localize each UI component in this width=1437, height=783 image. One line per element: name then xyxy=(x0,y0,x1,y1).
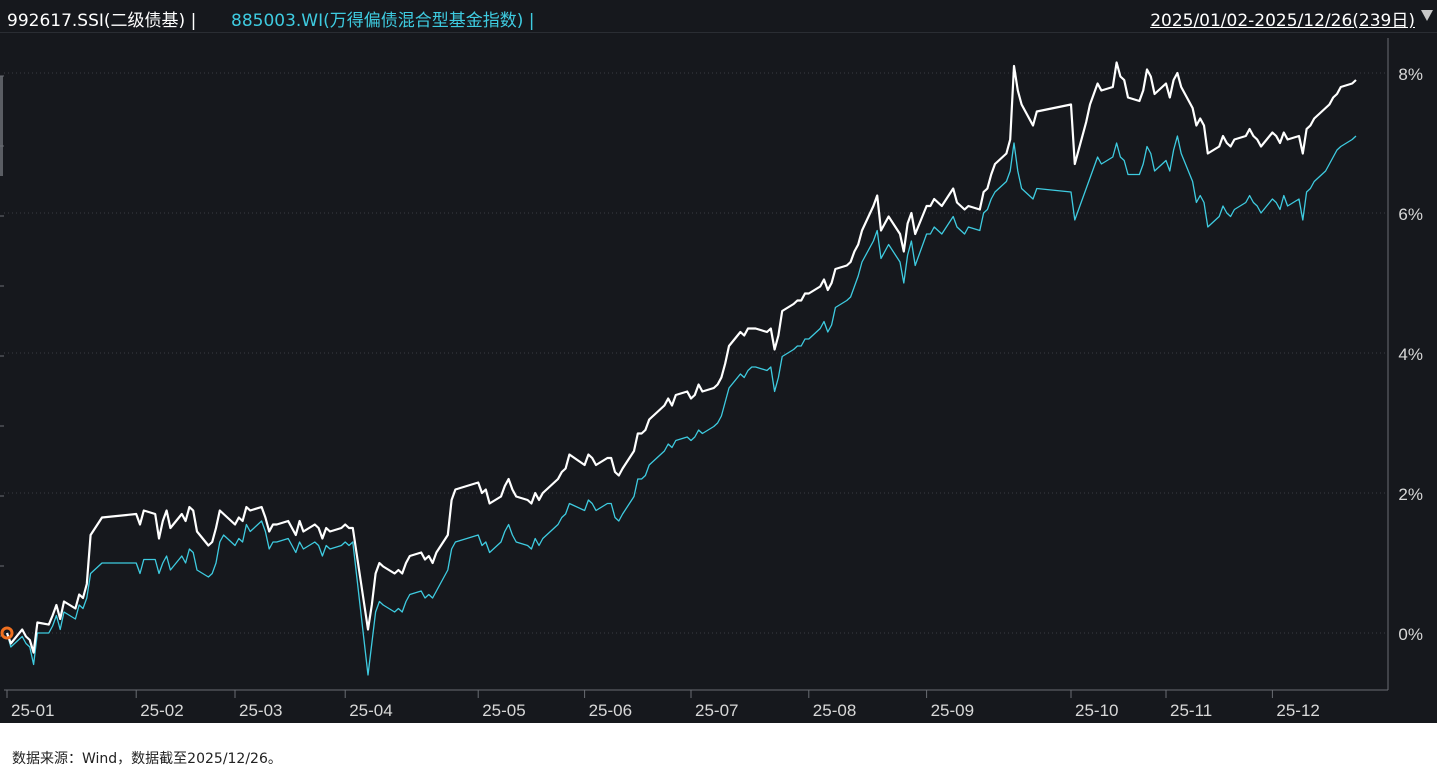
series1-line xyxy=(5,61,1357,654)
series2-line xyxy=(6,135,1357,676)
x-tick-label: 25-04 xyxy=(349,701,392,720)
y-tick-label: 2% xyxy=(1398,485,1423,504)
x-tick-label: 25-05 xyxy=(482,701,525,720)
x-tick-label: 25-01 xyxy=(11,701,54,720)
y-tick-label: 0% xyxy=(1398,625,1423,644)
x-tick-label: 25-03 xyxy=(239,701,282,720)
x-tick-label: 25-11 xyxy=(1170,701,1212,720)
y-tick-label: 6% xyxy=(1398,205,1423,224)
line-chart: 0% 2% 4% 6% 8% 25-01 25-02 25-03 25-04 25-05 25-06… xyxy=(0,38,1423,720)
x-tick-label: 25-10 xyxy=(1075,701,1118,720)
x-tick-label: 25-08 xyxy=(813,701,856,720)
y-tick-label: 4% xyxy=(1398,345,1423,364)
x-tick-label: 25-06 xyxy=(589,701,632,720)
x-tick-label: 25-02 xyxy=(140,701,183,720)
x-tick-label: 25-07 xyxy=(695,701,738,720)
y-tick-label: 8% xyxy=(1398,65,1423,84)
data-source-note: 数据来源：Wind，数据截至2025/12/26。 xyxy=(12,751,282,767)
x-tick-label: 25-09 xyxy=(931,701,974,720)
x-tick-label: 25-12 xyxy=(1276,701,1319,720)
